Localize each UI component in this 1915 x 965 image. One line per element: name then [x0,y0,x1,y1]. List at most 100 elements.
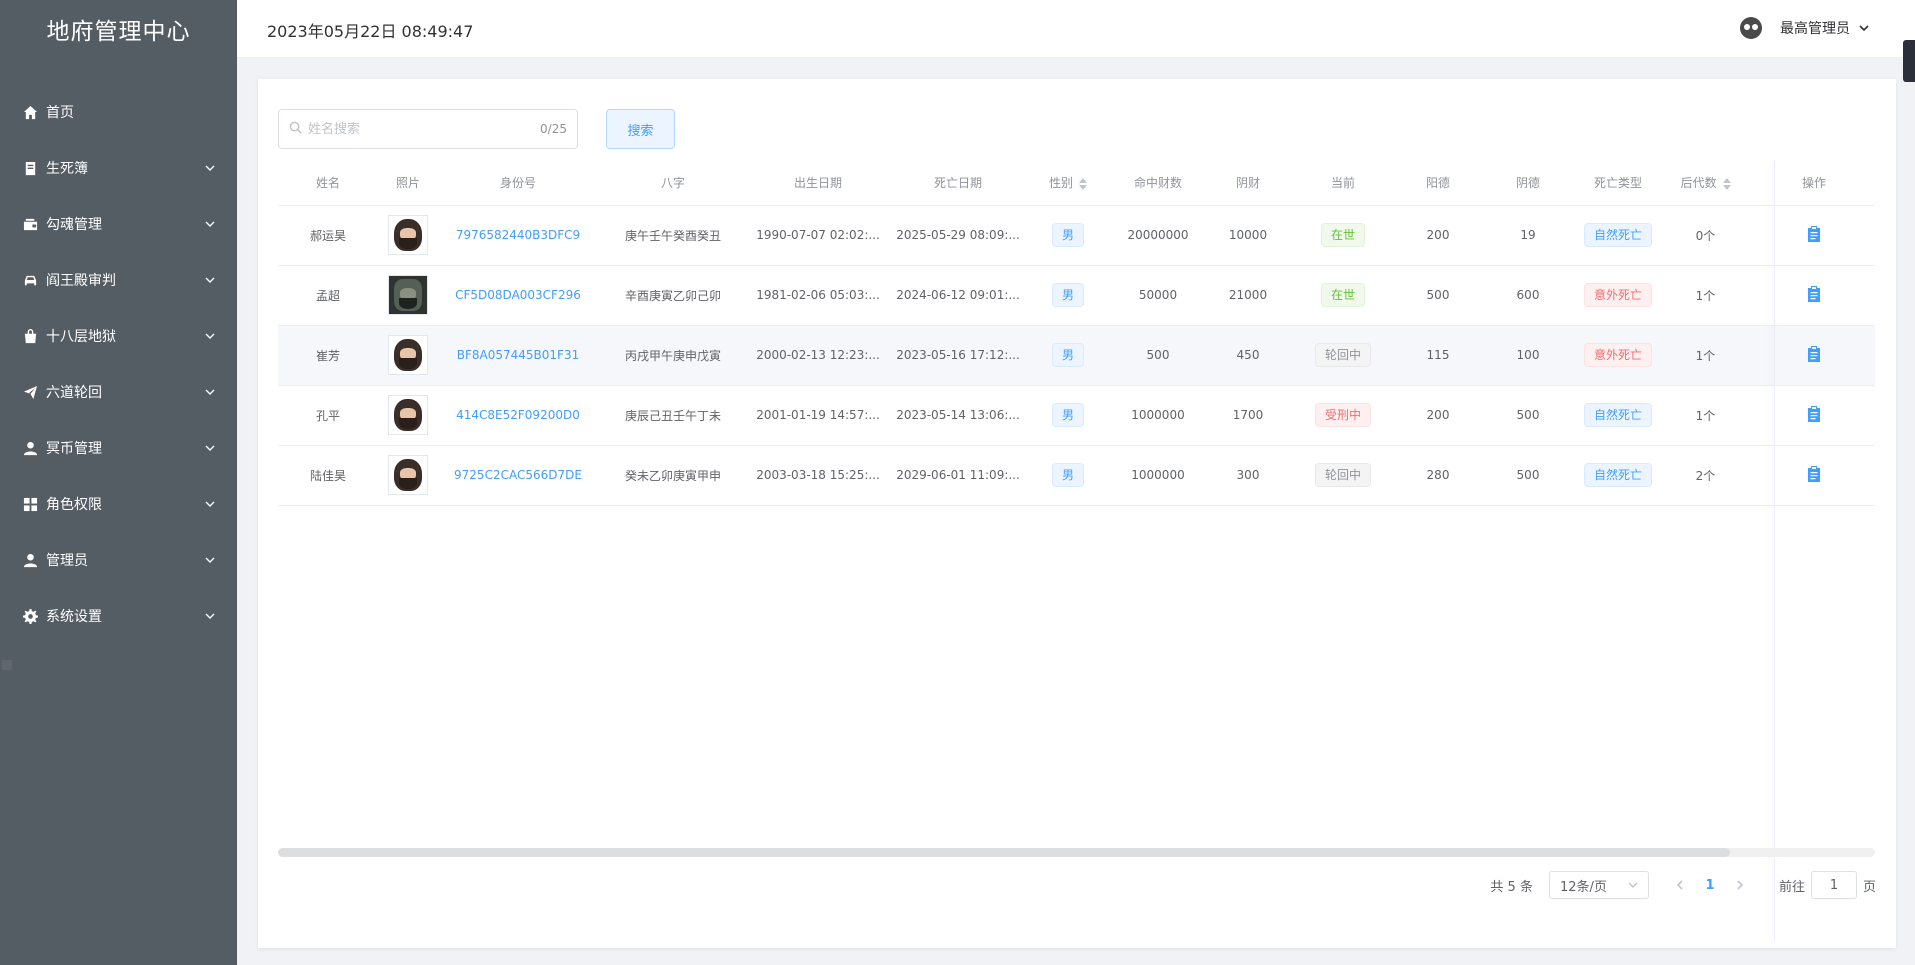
column-header-label: 照片 [395,176,420,191]
cell-yang-virtue: 115 [1398,325,1478,386]
cell-yin-wealth: 450 [1208,325,1288,386]
scrollbar-thumb[interactable] [278,848,1730,857]
id-link[interactable]: 7976582440B3DFC9 [456,228,580,242]
cell-death-text: 2029-06-01 11:09:... [896,468,1020,482]
table-row[interactable]: 陆佳昊 9725C2CAC566D7DE 癸未乙卯庚寅甲申 2003-03-18 15… [278,445,1875,506]
sidebar-collapse-handle[interactable] [2,660,12,670]
photo-thumbnail[interactable] [388,395,428,435]
cell-actions [1753,205,1875,266]
column-header: 死亡日期 [888,161,1028,206]
cell-yang-virtue-text: 200 [1426,408,1450,422]
page-number-current[interactable]: 1 [1695,871,1725,899]
page-size-select[interactable]: 12条/页 [1548,871,1649,899]
pagination: 共 5 条 12条/页 1 前往 页 [1490,871,1876,899]
cell-yang-virtue: 280 [1398,445,1478,506]
sidebar-item-label: 阎王殿审判 [46,273,116,289]
column-header-label: 操作 [1801,176,1826,191]
next-page-button[interactable] [1725,871,1755,899]
photo-thumbnail[interactable] [388,335,428,375]
cell-id: 414C8E52F09200D0 [438,385,598,446]
id-link[interactable]: 414C8E52F09200D0 [456,408,580,422]
cell-yin-virtue-text: 500 [1516,468,1540,482]
column-header-label: 当前 [1330,176,1355,191]
cell-name: 崔芳 [278,325,378,386]
records-table: 姓名 照片 身份号 八字 出生日期 死亡日期 性别 命中财数 阴财 当前 阳德 阴德 死亡类型 后代数 操作… [278,161,1875,591]
column-header-label: 死亡日期 [933,176,982,191]
horizontal-scrollbar[interactable] [278,848,1875,857]
photo-thumbnail[interactable] [388,215,428,255]
sort-caret-icon[interactable] [1722,177,1731,190]
gender-badge-cell: 男 [1028,325,1108,386]
search-field[interactable]: 0/25 [278,109,578,149]
id-link[interactable]: CF5D08DA003CF296 [455,288,581,302]
death-type-badge: 意外死亡 [1583,283,1652,307]
user-menu[interactable]: 最高管理员 [1740,17,1870,39]
id-link[interactable]: 9725C2CAC566D7DE [454,468,582,482]
portrait-icon [394,219,422,251]
clipboard-icon[interactable] [1807,405,1821,426]
sidebar-item-2[interactable]: 勾魂管理 [0,196,237,252]
search-input[interactable] [308,121,541,137]
cell-fortune-text: 20000000 [1127,228,1189,242]
cell-bazi-text: 丙戌甲午庚申戊寅 [624,348,721,363]
sidebar-item-0[interactable]: 首页 [0,84,237,140]
column-header-label: 阴德 [1515,176,1540,191]
column-header[interactable]: 后代数 [1658,161,1753,206]
home-icon [22,104,38,120]
cell-name-text: 崔芳 [315,348,340,363]
table-row[interactable]: 崔芳 BF8A057445B01F31 丙戌甲午庚申戊寅 2000-02-13 12:… [278,325,1875,386]
gender-badge-cell: 男 [1028,385,1108,446]
clipboard-icon[interactable] [1807,465,1821,486]
sidebar-item-5[interactable]: 六道轮回 [0,364,237,420]
sidebar-item-4[interactable]: 十八层地狱 [0,308,237,364]
status-badge-cell: 在世 [1288,265,1398,326]
status-badge: 轮回中 [1314,343,1371,367]
sidebar-item-3[interactable]: 阎王殿审判 [0,252,237,308]
status-badge-cell: 轮回中 [1288,445,1398,506]
cell-yang-virtue-text: 200 [1426,228,1450,242]
table-header-row: 姓名 照片 身份号 八字 出生日期 死亡日期 性别 命中财数 阴财 当前 阳德 阴德 死亡类型 后代数 操作 [278,161,1875,206]
sidebar-item-1[interactable]: 生死簿 [0,140,237,196]
cell-fortune: 50000 [1108,265,1208,326]
table-row[interactable]: 孔平 414C8E52F09200D0 庚辰己丑壬午丁未 2001-01-19 14:… [278,385,1875,446]
sidebar-item-9[interactable]: 系统设置 [0,588,237,644]
death-type-badge-cell: 意外死亡 [1578,325,1658,386]
total-count: 共 5 条 [1490,879,1533,895]
column-header: 身份号 [438,161,598,206]
cell-yin-virtue: 19 [1478,205,1578,266]
sidebar-item-8[interactable]: 管理员 [0,532,237,588]
status-badge: 轮回中 [1314,463,1371,487]
column-header: 当前 [1288,161,1398,206]
cell-birth-text: 2000-02-13 12:23:... [756,348,880,362]
table-row[interactable]: 孟超 CF5D08DA003CF296 辛酉庚寅乙卯己卯 1981-02-06 05:… [278,265,1875,326]
sidebar-item-6[interactable]: 冥币管理 [0,420,237,476]
clipboard-icon[interactable] [1807,345,1821,366]
search-char-counter: 0/25 [540,122,567,136]
cell-descendants: 1个 [1658,265,1753,326]
goto-page-input[interactable] [1810,871,1857,899]
cell-birth-text: 2001-01-19 14:57:... [756,408,880,422]
table-row[interactable]: 郝运昊 7976582440B3DFC9 庚午壬午癸酉癸丑 1990-07-07 02… [278,205,1875,266]
cell-fortune: 500 [1108,325,1208,386]
death-type-badge: 自然死亡 [1583,403,1652,427]
prev-page-button[interactable] [1665,871,1695,899]
column-header-label: 性别 [1048,176,1073,191]
column-header-label: 阴财 [1235,176,1260,191]
column-header: 照片 [378,161,438,206]
clipboard-icon[interactable] [1807,225,1821,246]
sidebar-item-7[interactable]: 角色权限 [0,476,237,532]
status-badge-cell: 轮回中 [1288,325,1398,386]
id-link[interactable]: BF8A057445B01F31 [457,348,579,362]
side-drawer-tab[interactable] [1903,40,1915,82]
fixed-column-divider [1774,161,1775,941]
cell-fortune-text: 1000000 [1131,408,1185,422]
chevron-down-icon [205,329,215,339]
photo-thumbnail[interactable] [388,275,428,315]
chevron-down-icon [1628,882,1638,888]
clipboard-icon[interactable] [1807,285,1821,306]
photo-thumbnail[interactable] [388,455,428,495]
search-button[interactable]: 搜索 [606,109,675,149]
column-header[interactable]: 性别 [1028,161,1108,206]
sort-caret-icon[interactable] [1079,177,1087,190]
cell-birth-text: 1990-07-07 02:02:... [756,228,880,242]
